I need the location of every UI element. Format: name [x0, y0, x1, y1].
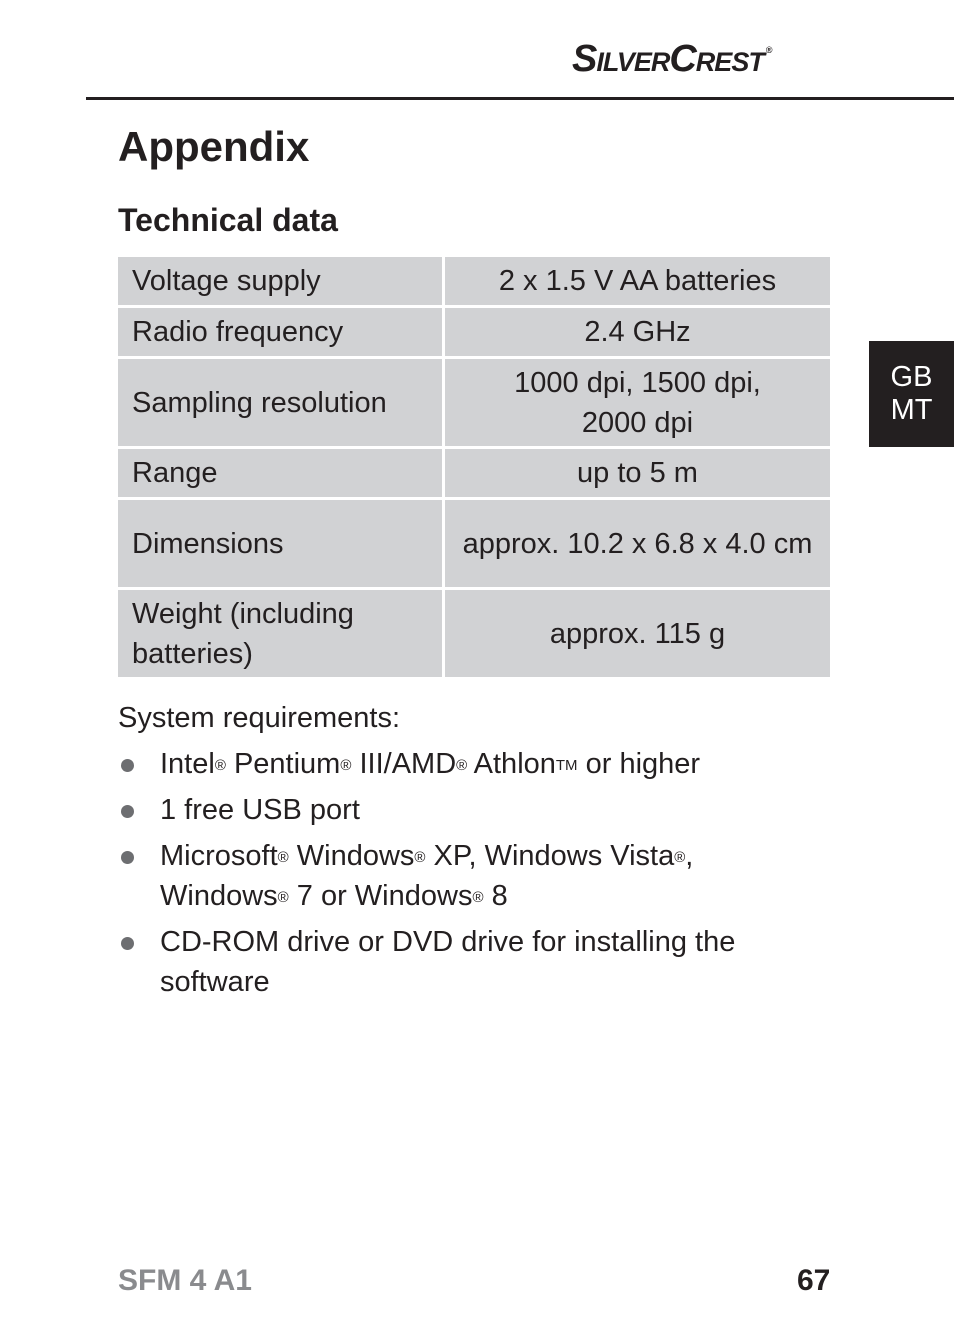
table-row: Sampling resolution 1000 dpi, 1500 dpi, … [118, 359, 830, 446]
registered-mark: ® [277, 889, 289, 906]
text: software [160, 966, 270, 998]
registered-mark: ® [277, 849, 289, 866]
registered-mark: ® [414, 849, 426, 866]
table-row: Radio frequency 2.4 GHz [118, 308, 830, 356]
registered-mark: ® [214, 757, 226, 774]
spec-value-line: 2000 dpi [581, 406, 694, 439]
trademark-mark: TM [555, 757, 578, 774]
spec-label: Sampling resolution [118, 359, 442, 446]
table-row: Dimensions approx. 10.2 x 6.8 x 4.0 cm [118, 500, 830, 587]
table-row: Weight (including batteries) approx. 115… [118, 590, 830, 677]
bullet-icon [121, 851, 134, 864]
system-requirements-title: System requirements: [118, 702, 401, 734]
text: Microsoft [160, 840, 278, 872]
bullet-icon [121, 937, 134, 950]
language-tab: GB MT [869, 341, 954, 447]
registered-mark: ® [765, 45, 773, 55]
page-number: 67 [797, 1264, 831, 1297]
language-code-mt: MT [890, 394, 933, 426]
page-title: Appendix [118, 123, 310, 170]
spec-label: Radio frequency [118, 308, 442, 356]
text: Windows [160, 880, 278, 912]
registered-mark: ® [340, 757, 352, 774]
bullet-icon [121, 759, 134, 772]
spec-value: 1000 dpi, 1500 dpi, 2000 dpi [445, 359, 830, 446]
language-code-gb: GB [890, 361, 933, 393]
spec-label-line: batteries) [132, 637, 253, 670]
text: XP, Windows Vista [425, 840, 675, 872]
list-item: Microsoft® Windows® XP, Windows Vista®, W… [118, 836, 818, 916]
bullet-icon [121, 805, 134, 818]
spec-label-line: Weight (including [132, 597, 354, 630]
spec-label: Dimensions [118, 500, 442, 587]
list-item: CD-ROM drive or DVD drive for installing… [118, 922, 818, 1002]
technical-data-table: Voltage supply 2 x 1.5 V AA batteries Ra… [115, 254, 833, 680]
brand-name: SilverCrest [572, 38, 765, 80]
text: 7 or Windows [288, 880, 473, 912]
registered-mark: ® [456, 757, 468, 774]
spec-value-line: 1000 dpi, 1500 dpi, [514, 366, 761, 399]
brand-logo: SilverCrest ® [572, 38, 773, 80]
text: Windows [288, 840, 415, 872]
list-item: Intel® Pentium® III/AMD® AthlonTM or hig… [118, 744, 818, 784]
spec-value: approx. 115 g [445, 590, 830, 677]
registered-mark: ® [472, 889, 484, 906]
registered-mark: ® [674, 849, 686, 866]
text: or higher [577, 748, 701, 780]
spec-value: up to 5 m [445, 449, 830, 497]
text: III/AMD [351, 748, 457, 780]
header-divider [86, 97, 954, 100]
text: 8 [483, 880, 508, 912]
spec-value: 2 x 1.5 V AA batteries [445, 257, 830, 305]
text: 1 free USB port [160, 794, 360, 826]
section-title: Technical data [118, 202, 338, 238]
text: , [685, 840, 694, 872]
footer-model-number: SFM 4 A1 [118, 1264, 252, 1297]
spec-label: Voltage supply [118, 257, 442, 305]
text: Pentium [225, 748, 341, 780]
spec-value: approx. 10.2 x 6.8 x 4.0 cm [445, 500, 830, 587]
text: CD-ROM drive or DVD drive for installing… [160, 926, 736, 958]
spec-value: 2.4 GHz [445, 308, 830, 356]
spec-label: Range [118, 449, 442, 497]
table-row: Range up to 5 m [118, 449, 830, 497]
system-requirements-list: Intel® Pentium® III/AMD® AthlonTM or hig… [118, 744, 818, 1008]
spec-label: Weight (including batteries) [118, 590, 442, 677]
list-item: 1 free USB port [118, 790, 818, 830]
text: Intel [160, 748, 215, 780]
table-row: Voltage supply 2 x 1.5 V AA batteries [118, 257, 830, 305]
text: Athlon [467, 748, 556, 780]
